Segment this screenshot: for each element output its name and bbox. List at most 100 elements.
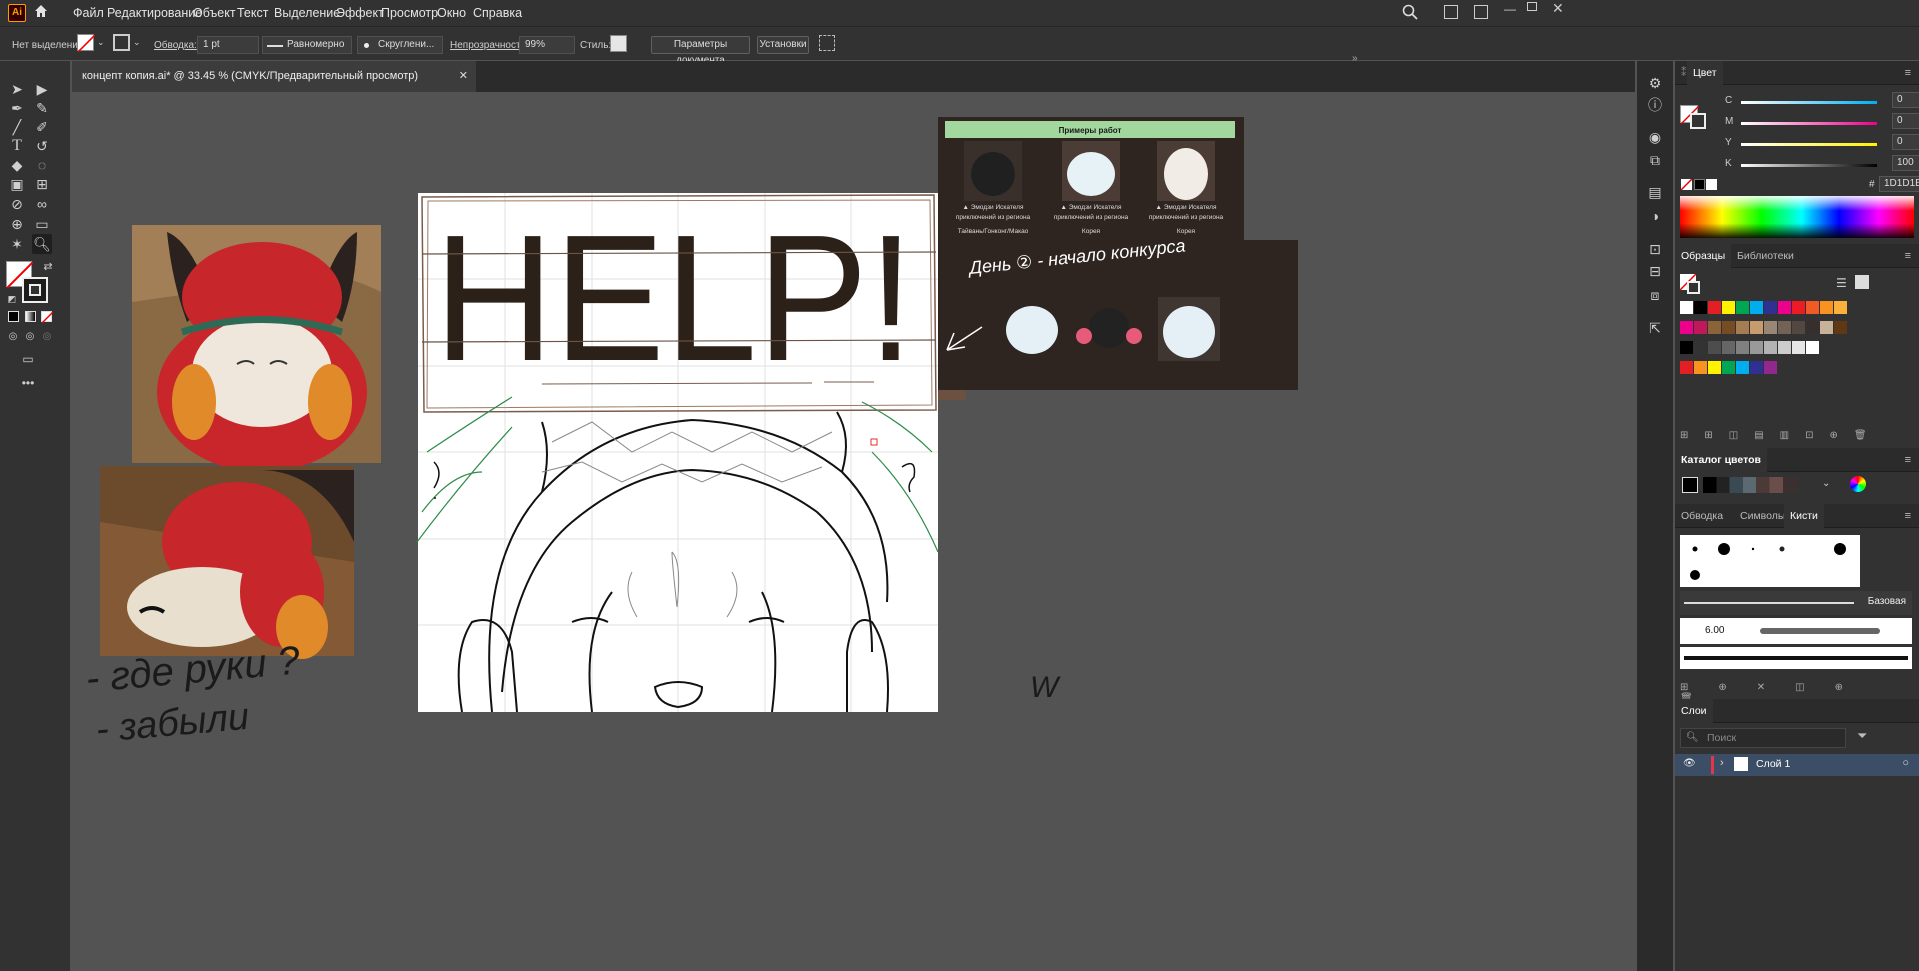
chevron-down-icon[interactable]: ⌄	[97, 37, 105, 48]
appearance-icon[interactable]: ◉	[1645, 127, 1665, 147]
color-swatch[interactable]	[1820, 301, 1833, 314]
workspace-icon[interactable]	[1474, 5, 1488, 19]
stroke-mini[interactable]	[1690, 113, 1706, 129]
menu-file[interactable]: Файл	[73, 6, 104, 20]
stroke-color-box[interactable]	[22, 277, 48, 303]
color-swatch[interactable]	[1722, 301, 1735, 314]
direct-selection-tool-icon[interactable]: ▶	[32, 79, 52, 99]
mesh-tool-icon[interactable]: ⊞	[32, 174, 52, 194]
menu-select[interactable]: Выделение	[274, 6, 340, 20]
gradient-tool-icon[interactable]: ▣	[7, 174, 27, 194]
color-swatch[interactable]	[1708, 361, 1721, 374]
color-swatch[interactable]	[1792, 321, 1805, 334]
brush-presets[interactable]	[1680, 535, 1860, 587]
canvas[interactable]: HELP! - где руки ? - забыли W Примеры ра…	[72, 92, 1635, 971]
stroke-swatch-mini[interactable]	[1687, 281, 1700, 294]
color-swatch[interactable]	[1694, 321, 1707, 334]
collapse-panels-icon[interactable]: »	[1352, 53, 1358, 64]
color-swatch[interactable]	[1736, 361, 1749, 374]
tab-brushes[interactable]: Кисти	[1784, 504, 1824, 528]
color-swatch[interactable]	[1736, 341, 1749, 354]
swatch-grid[interactable]	[1680, 301, 1914, 381]
color-swatch[interactable]	[1680, 361, 1693, 374]
export-icon[interactable]: ⇱	[1645, 318, 1665, 338]
white-chip[interactable]	[1706, 179, 1717, 190]
color-swatch[interactable]	[1736, 301, 1749, 314]
channel-c-input[interactable]: 0	[1892, 92, 1919, 108]
visibility-eye-icon[interactable]: 👁︎	[1683, 758, 1696, 769]
selection-tool-icon[interactable]: ➤	[7, 79, 27, 99]
color-swatch[interactable]	[1680, 301, 1693, 314]
color-panel-title[interactable]: Цвет	[1687, 61, 1723, 85]
screen-mode-icon[interactable]: ▭	[18, 349, 38, 369]
draw-inside-icon[interactable]: ◎	[37, 327, 57, 347]
color-swatch[interactable]	[1722, 361, 1735, 374]
gradient-panel-icon[interactable]: ▤	[1645, 182, 1665, 202]
menu-help[interactable]: Справка	[473, 6, 522, 20]
tab-libraries[interactable]: Библиотеки	[1731, 244, 1800, 268]
color-swatch[interactable]	[1778, 341, 1791, 354]
layers-search-field[interactable]: 🔍︎ Поиск	[1680, 728, 1846, 748]
search-icon[interactable]	[1402, 4, 1418, 20]
magic-wand-tool-icon[interactable]: ✶	[7, 234, 27, 254]
layers-panel-title[interactable]: Слои	[1675, 699, 1713, 723]
color-swatch[interactable]	[1708, 341, 1721, 354]
color-swatch[interactable]	[1750, 321, 1763, 334]
color-swatch[interactable]	[1778, 301, 1791, 314]
align-icon[interactable]	[819, 35, 835, 51]
panel-menu-icon[interactable]: ≡	[1905, 504, 1911, 528]
eyedropper-tool-icon[interactable]: ⊘	[7, 194, 27, 214]
layer-target-icon[interactable]: ○	[1902, 757, 1909, 769]
layer-row[interactable]: 👁︎ › Слой 1 ○	[1675, 754, 1919, 776]
none-color-chip[interactable]	[1680, 178, 1693, 191]
properties-icon[interactable]: ⚙	[1645, 73, 1665, 93]
color-guide-title[interactable]: Каталог цветов	[1675, 448, 1767, 472]
color-swatch[interactable]	[1736, 321, 1749, 334]
menu-effect[interactable]: Эффект	[336, 6, 384, 20]
pathfinder-icon[interactable]: ⧈	[1645, 285, 1665, 305]
menu-text[interactable]: Текст	[237, 6, 268, 20]
color-swatch[interactable]	[1680, 321, 1693, 334]
black-chip[interactable]	[1694, 179, 1705, 190]
menu-edit[interactable]: Редактирование	[107, 6, 202, 20]
color-swatch[interactable]	[1820, 321, 1833, 334]
menu-view[interactable]: Просмотр	[381, 6, 438, 20]
color-mode-icon[interactable]	[8, 311, 19, 322]
stroke-swatch[interactable]	[113, 34, 130, 51]
grid-view-icon[interactable]	[1855, 275, 1869, 289]
tab-stroke[interactable]: Обводка	[1675, 504, 1729, 528]
opacity-label[interactable]: Непрозрачность:	[450, 40, 529, 51]
filter-icon[interactable]: ⏷	[1857, 728, 1867, 744]
expand-layer-icon[interactable]: ›	[1720, 757, 1724, 769]
close-tab-icon[interactable]: ✕	[459, 61, 468, 92]
color-swatch[interactable]	[1750, 341, 1763, 354]
style-swatch[interactable]	[610, 35, 627, 52]
artboard-tool-icon[interactable]: ▭	[32, 214, 52, 234]
artboards-icon[interactable]: ⊡	[1645, 239, 1665, 259]
stroke-label[interactable]: Обводка:	[154, 40, 197, 51]
stroke-weight-input[interactable]: 1 pt	[197, 36, 259, 54]
rotate-tool-icon[interactable]: ↺	[32, 136, 52, 156]
type-tool-icon[interactable]: T	[7, 136, 27, 156]
harmony-strip[interactable]	[1703, 477, 1798, 493]
color-swatch[interactable]	[1722, 321, 1735, 334]
align-panel-icon[interactable]: ⊟	[1645, 261, 1665, 281]
color-swatch[interactable]	[1764, 321, 1777, 334]
channel-m-slider[interactable]	[1741, 122, 1877, 125]
color-swatch[interactable]	[1722, 341, 1735, 354]
panel-menu-icon[interactable]: ≡	[1905, 244, 1911, 268]
transform-icon[interactable]: ⧉	[1645, 150, 1665, 170]
fill-swatch[interactable]	[77, 34, 96, 53]
curvature-tool-icon[interactable]: ✎	[32, 98, 52, 118]
color-swatch[interactable]	[1694, 361, 1707, 374]
color-swatch[interactable]	[1778, 321, 1791, 334]
color-swatch[interactable]	[1708, 321, 1721, 334]
color-swatch[interactable]	[1708, 301, 1721, 314]
color-spectrum[interactable]	[1680, 196, 1914, 238]
brush-definition[interactable]: Скруглени...	[357, 36, 443, 54]
panel-menu-icon[interactable]: ≡	[1905, 61, 1911, 85]
channel-y-slider[interactable]	[1741, 143, 1877, 146]
line-tool-icon[interactable]: ╱	[7, 117, 27, 137]
info-icon[interactable]: ⓘ	[1645, 95, 1665, 115]
menu-window[interactable]: Окно	[437, 6, 466, 20]
